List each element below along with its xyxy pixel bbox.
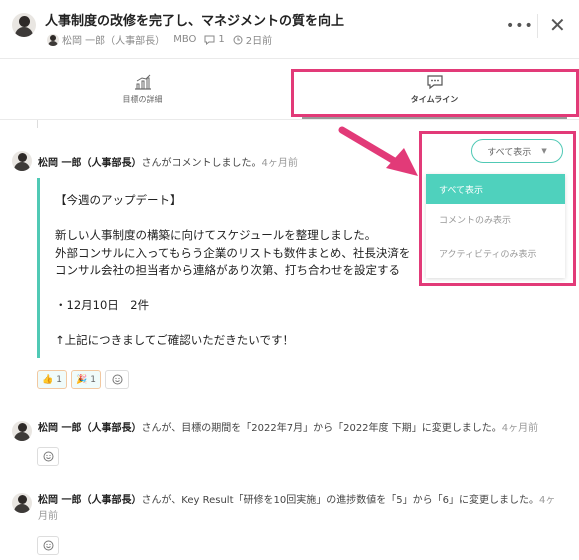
owner-avatar — [47, 33, 59, 46]
tab-goal-details-label: 目標の詳細 — [122, 94, 163, 104]
smiley-icon — [112, 374, 122, 385]
goal-category: MBO — [173, 34, 197, 45]
activity-description: さんが、目標の期間を「2022年7月」から「2022年度 下期」に変更しました。 — [141, 423, 502, 434]
activity-avatar — [12, 421, 32, 441]
reaction-thumbs-up[interactable]: 👍 1 — [37, 370, 67, 389]
comment-line: 外部コンサルに入ってもらう企業のリストも数件まとめ、社長決済を — [55, 245, 411, 260]
bar-chart-icon — [134, 74, 151, 90]
comment-spacer — [55, 280, 477, 297]
comment-verb: さんがコメントしました。 — [141, 157, 262, 169]
comment-spacer — [55, 210, 477, 227]
thumbs-up-icon: 👍 — [42, 374, 54, 385]
comment-line: コンサル会社の担当者から連絡があり次第、打ち合わせを設定する — [55, 263, 400, 278]
timeline-connector — [37, 120, 38, 128]
add-reaction-button[interactable] — [105, 370, 129, 389]
goal-meta: 松岡 一郎（人事部長） MBO 1 2日前 — [47, 32, 272, 47]
comment-time: 4ヶ月前 — [261, 157, 298, 169]
highlight-box-timeline-tab — [291, 69, 579, 117]
annotation-arrow-icon — [338, 126, 418, 176]
activity-avatar — [12, 493, 32, 513]
activity-text: 松岡 一郎（人事部長）さんが、目標の期間を「2022年7月」から「2022年度 … — [38, 421, 558, 437]
goal-owner[interactable]: 松岡 一郎（人事部長） — [47, 32, 165, 47]
avatar — [12, 13, 36, 37]
comment-avatar — [12, 151, 32, 171]
reaction-party[interactable]: 🎉 1 — [71, 370, 101, 389]
more-icon[interactable]: ••• — [506, 18, 534, 34]
add-reaction-button[interactable] — [37, 447, 59, 466]
clock-icon — [233, 35, 243, 44]
activity-author[interactable]: 松岡 一郎（人事部長） — [38, 423, 141, 434]
activity-description: さんが、Key Result「研修を10回実施」の進捗数値を「5」から「6」に変… — [141, 495, 539, 506]
owner-name: 松岡 一郎（人事部長） — [62, 36, 166, 47]
goal-header: 人事制度の改修を完了し、マネジメントの質を向上 松岡 一郎（人事部長） MBO … — [0, 0, 579, 58]
smiley-icon — [43, 540, 53, 551]
comment-header: 松岡 一郎（人事部長）さんがコメントしました。4ヶ月前 — [12, 151, 298, 171]
activity-item: 松岡 一郎（人事部長）さんが、Key Result「研修を10回実施」の進捗数値… — [12, 493, 558, 525]
reaction-count: 1 — [90, 374, 96, 385]
activity-author[interactable]: 松岡 一郎（人事部長） — [38, 495, 141, 506]
goal-title: 人事制度の改修を完了し、マネジメントの質を向上 — [45, 14, 345, 29]
close-icon[interactable]: ✕ — [549, 15, 566, 35]
header-divider — [537, 14, 538, 38]
comment-count-value: 1 — [218, 34, 225, 45]
updated-value: 2日前 — [245, 36, 273, 47]
activity-time: 4ヶ月前 — [501, 423, 539, 434]
party-popper-icon: 🎉 — [76, 374, 88, 385]
add-reaction-button[interactable] — [37, 536, 59, 555]
reaction-bar: 👍 1 🎉 1 — [37, 370, 129, 389]
smiley-icon — [43, 451, 53, 462]
comment-line: 【今週のアップデート】 — [55, 193, 182, 207]
comment-count: 1 — [204, 34, 225, 45]
reaction-count: 1 — [56, 374, 62, 385]
activity-text: 松岡 一郎（人事部長）さんが、Key Result「研修を10回実施」の進捗数値… — [38, 493, 558, 525]
comment-icon — [204, 35, 215, 45]
comment-body: 【今週のアップデート】 新しい人事制度の構築に向けてスケジュールを整理しました。… — [37, 178, 477, 358]
comment-line: ・12月10日 2件 — [55, 298, 150, 313]
comment-author[interactable]: 松岡 一郎（人事部長） — [38, 158, 141, 169]
tab-goal-details[interactable]: 目標の詳細 — [0, 59, 285, 119]
comment-line: ↑上記につきましてご確認いただきたいです！ — [55, 333, 294, 348]
comment-line: 新しい人事制度の構築に向けてスケジュールを整理しました。 — [55, 227, 377, 242]
comment-spacer — [55, 315, 477, 332]
updated-time: 2日前 — [233, 32, 272, 47]
highlight-box-filter — [419, 131, 576, 286]
activity-item: 松岡 一郎（人事部長）さんが、目標の期間を「2022年7月」から「2022年度 … — [12, 421, 558, 441]
